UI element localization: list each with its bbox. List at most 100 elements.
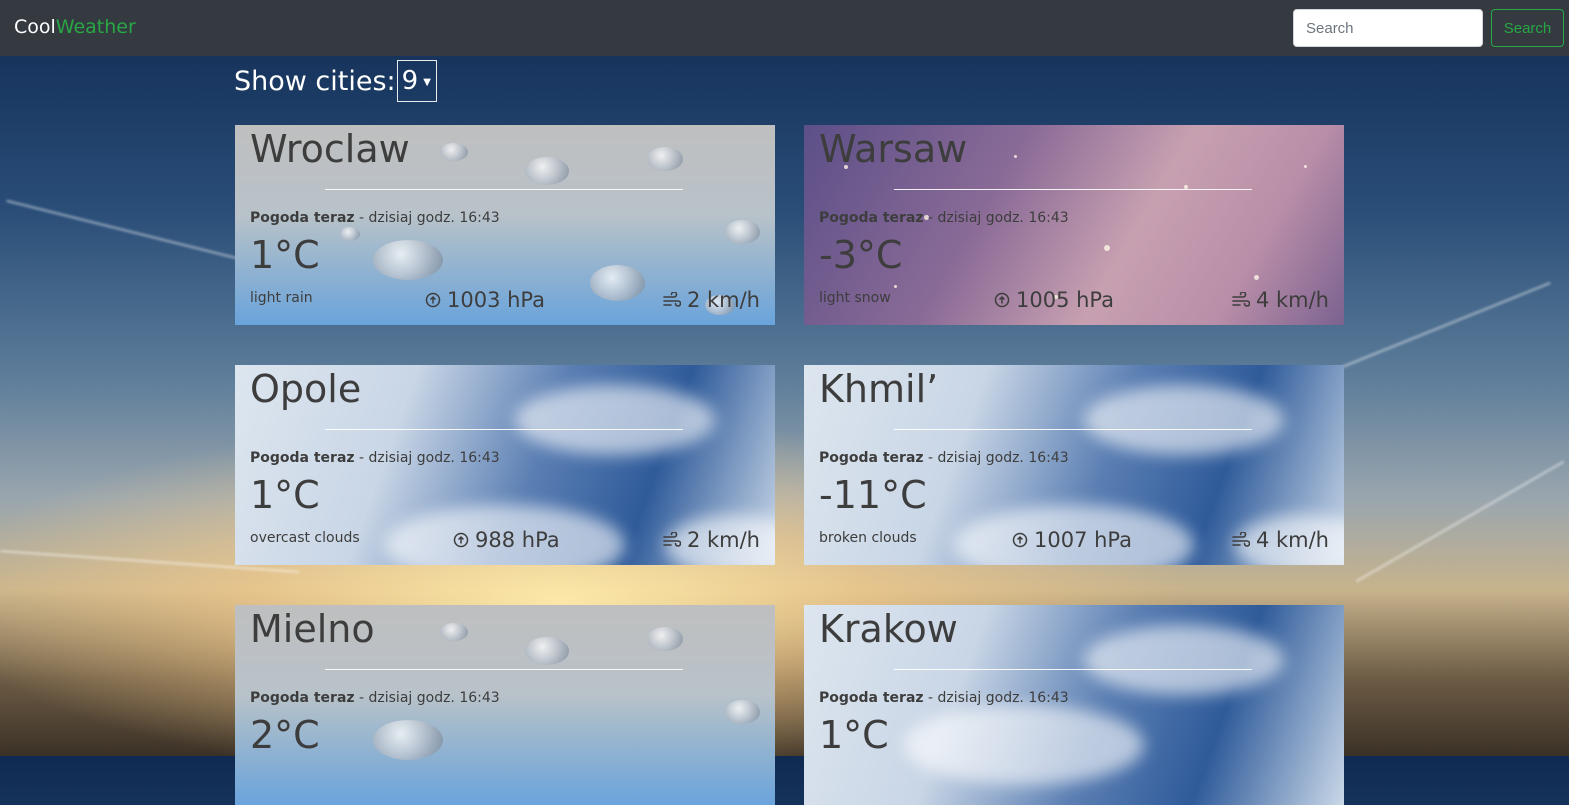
wind-value: 2 km/h: [686, 528, 760, 552]
weather-card[interactable]: Krakow Pogoda teraz - dzisiaj godz. 16:4…: [804, 605, 1344, 805]
brand-part2: Weather: [55, 16, 136, 38]
raindrop: [440, 143, 468, 161]
weather-description: light rain: [250, 290, 313, 306]
wind: 2 km/h: [663, 288, 760, 312]
weather-card[interactable]: Opole Pogoda teraz - dzisiaj godz. 16:43…: [235, 365, 775, 565]
wind: 4 km/h: [1232, 288, 1329, 312]
cloud-shape: [904, 705, 1144, 785]
city-name: Krakow: [819, 607, 958, 651]
wind: 2 km/h: [663, 528, 760, 552]
temperature: 1°C: [250, 233, 320, 277]
raindrop: [440, 623, 468, 641]
cloud-shape: [1084, 385, 1284, 455]
divider: [894, 189, 1252, 190]
raindrop: [373, 240, 443, 280]
weather-description: overcast clouds: [250, 530, 360, 546]
raindrop: [725, 700, 760, 724]
city-name: Wroclaw: [250, 127, 410, 171]
wind-value: 4 km/h: [1255, 528, 1329, 552]
now-label: Pogoda teraz: [819, 690, 924, 706]
update-time-text: - dzisiaj godz. 16:43: [354, 450, 500, 466]
arrow-up-circle-icon: [453, 532, 469, 548]
raindrop: [525, 157, 569, 185]
show-cities-label: Show cities:: [234, 65, 396, 97]
raindrop: [340, 227, 360, 241]
pressure: 1007 hPa: [1012, 528, 1132, 552]
temperature: 1°C: [250, 473, 320, 517]
temperature: 1°C: [819, 713, 889, 757]
update-time-text: - dzisiaj godz. 16:43: [923, 450, 1069, 466]
temperature: 2°C: [250, 713, 320, 757]
navbar: CoolWeather Search: [0, 0, 1569, 56]
pressure-value: 1003 hPa: [447, 288, 546, 312]
weather-card[interactable]: Khmil’ Pogoda teraz - dzisiaj godz. 16:4…: [804, 365, 1344, 565]
divider: [325, 669, 683, 670]
pressure: 1003 hPa: [425, 288, 545, 312]
pressure-value: 1005 hPa: [1016, 288, 1115, 312]
arrow-up-circle-icon: [1012, 532, 1028, 548]
update-time: Pogoda teraz - dzisiaj godz. 16:43: [250, 450, 500, 466]
cloud-shape: [515, 385, 715, 455]
wind: 4 km/h: [1232, 528, 1329, 552]
divider: [894, 429, 1252, 430]
wind-icon: [1232, 532, 1250, 547]
wind-value: 2 km/h: [686, 288, 760, 312]
wind-icon: [663, 292, 681, 307]
brand-logo[interactable]: CoolWeather: [14, 16, 136, 38]
weather-card[interactable]: Warsaw Pogoda teraz - dzisiaj godz. 16:4…: [804, 125, 1344, 325]
city-count-select[interactable]: 9 ▼: [396, 60, 437, 102]
pressure-value: 1007 hPa: [1034, 528, 1133, 552]
raindrop: [525, 637, 569, 665]
pressure: 988 hPa: [453, 528, 560, 552]
update-time: Pogoda teraz - dzisiaj godz. 16:43: [819, 690, 1069, 706]
city-name: Warsaw: [819, 127, 968, 171]
update-time-text: - dzisiaj godz. 16:43: [354, 690, 500, 706]
wind-value: 4 km/h: [1255, 288, 1329, 312]
show-cities-control: Show cities: 9 ▼: [234, 60, 437, 102]
temperature: -11°C: [819, 473, 927, 517]
update-time-text: - dzisiaj godz. 16:43: [923, 690, 1069, 706]
now-label: Pogoda teraz: [819, 450, 924, 466]
raindrop: [647, 627, 683, 651]
divider: [325, 189, 683, 190]
wind-icon: [663, 532, 681, 547]
brand-part1: Cool: [14, 16, 56, 38]
chevron-down-icon: ▼: [423, 76, 431, 88]
cloud-shape: [1084, 625, 1284, 695]
update-time-text: - dzisiaj godz. 16:43: [923, 210, 1069, 226]
update-time: Pogoda teraz - dzisiaj godz. 16:43: [819, 450, 1069, 466]
city-name: Khmil’: [819, 367, 939, 411]
now-label: Pogoda teraz: [250, 690, 355, 706]
update-time: Pogoda teraz - dzisiaj godz. 16:43: [819, 210, 1069, 226]
weather-card[interactable]: Wroclaw Pogoda teraz - dzisiaj godz. 16:…: [235, 125, 775, 325]
temperature: -3°C: [819, 233, 903, 277]
divider: [894, 669, 1252, 670]
update-time: Pogoda teraz - dzisiaj godz. 16:43: [250, 210, 500, 226]
raindrop: [725, 220, 760, 244]
snow-sparkle: [894, 285, 897, 288]
divider: [325, 429, 683, 430]
sky-streak: [1355, 460, 1565, 583]
snow-sparkle: [1014, 155, 1017, 158]
sky-streak: [1308, 281, 1552, 382]
search-input[interactable]: [1293, 9, 1483, 47]
pressure-value: 988 hPa: [475, 528, 560, 552]
weather-description: broken clouds: [819, 530, 917, 546]
pressure: 1005 hPa: [994, 288, 1114, 312]
raindrop: [590, 265, 645, 301]
city-name: Opole: [250, 367, 362, 411]
now-label: Pogoda teraz: [250, 210, 355, 226]
city-count-value: 9: [401, 66, 419, 96]
city-name: Mielno: [250, 607, 375, 651]
snow-sparkle: [1104, 245, 1110, 251]
update-time-text: - dzisiaj godz. 16:43: [354, 210, 500, 226]
now-label: Pogoda teraz: [250, 450, 355, 466]
raindrop: [647, 147, 683, 171]
snow-sparkle: [1254, 275, 1259, 280]
raindrop: [373, 720, 443, 760]
arrow-up-circle-icon: [994, 292, 1010, 308]
weather-card[interactable]: Mielno Pogoda teraz - dzisiaj godz. 16:4…: [235, 605, 775, 805]
wind-icon: [1232, 292, 1250, 307]
search-button[interactable]: Search: [1491, 9, 1564, 47]
snow-sparkle: [1304, 165, 1307, 168]
